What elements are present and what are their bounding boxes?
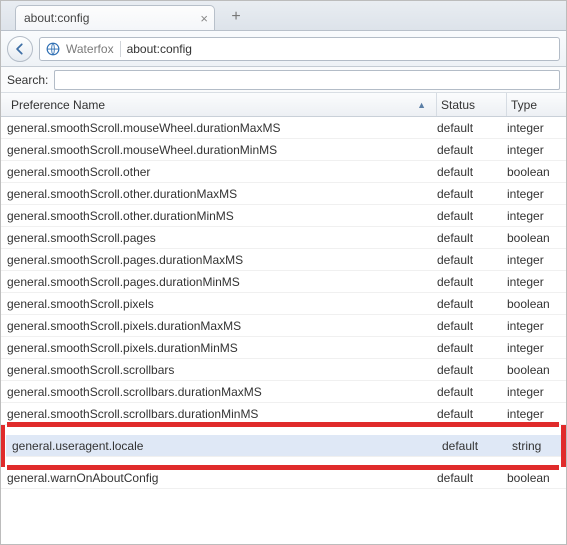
- table-row[interactable]: general.smoothScroll.other.durationMaxMS…: [1, 183, 566, 205]
- back-button[interactable]: [7, 36, 33, 62]
- column-header-name-label: Preference Name: [11, 98, 105, 112]
- pref-name: general.useragent.locale: [12, 439, 442, 453]
- pref-status: default: [437, 363, 507, 377]
- pref-name: general.smoothScroll.pixels.durationMinM…: [7, 341, 437, 355]
- pref-name: general.smoothScroll.pixels.durationMaxM…: [7, 319, 437, 333]
- pref-name: general.smoothScroll.pages.durationMinMS: [7, 275, 437, 289]
- pref-status: default: [437, 385, 507, 399]
- table-row[interactable]: [6, 457, 561, 467]
- column-header-name[interactable]: Preference Name ▲: [7, 93, 437, 116]
- table-row[interactable]: general.warnOnAboutConfigdefaultboolean: [1, 467, 566, 489]
- table-row[interactable]: general.smoothScroll.other.durationMinMS…: [1, 205, 566, 227]
- pref-type: boolean: [507, 471, 566, 485]
- pref-status: default: [437, 187, 507, 201]
- search-label: Search:: [7, 73, 48, 87]
- column-header-status[interactable]: Status: [437, 93, 507, 116]
- pref-name: general.smoothScroll.other: [7, 165, 437, 179]
- pref-status: default: [437, 297, 507, 311]
- search-input[interactable]: [54, 70, 560, 90]
- search-bar: Search:: [1, 67, 566, 93]
- pref-name: general.smoothScroll.other.durationMaxMS: [7, 187, 437, 201]
- nav-bar: Waterfox about:config: [1, 31, 566, 67]
- url-bar[interactable]: Waterfox about:config: [39, 37, 560, 61]
- pref-name: general.smoothScroll.scrollbars.duration…: [7, 407, 437, 421]
- pref-name: general.smoothScroll.pages.durationMaxMS: [7, 253, 437, 267]
- table-row[interactable]: general.smoothScroll.otherdefaultboolean: [1, 161, 566, 183]
- table-row[interactable]: general.smoothScroll.pixelsdefaultboolea…: [1, 293, 566, 315]
- pref-status: default: [437, 407, 507, 421]
- pref-name: general.smoothScroll.scrollbars.duration…: [7, 385, 437, 399]
- pref-name: general.smoothScroll.mouseWheel.duration…: [7, 121, 437, 135]
- url-divider: [120, 41, 121, 57]
- pref-type: integer: [507, 253, 566, 267]
- new-tab-button[interactable]: +: [223, 6, 249, 28]
- table-body: general.smoothScroll.mouseWheel.duration…: [1, 117, 566, 544]
- table-row[interactable]: general.smoothScroll.pixels.durationMinM…: [1, 337, 566, 359]
- pref-type: boolean: [507, 297, 566, 311]
- pref-type: integer: [507, 407, 566, 421]
- table-row[interactable]: general.useragent.localedefaultstring: [6, 435, 561, 457]
- pref-type: integer: [507, 121, 566, 135]
- table-row[interactable]: general.smoothScroll.pagesdefaultboolean: [1, 227, 566, 249]
- preferences-table: Preference Name ▲ Status Type general.sm…: [1, 93, 566, 544]
- pref-name: general.warnOnAboutConfig: [7, 471, 437, 485]
- pref-name: general.smoothScroll.other.durationMinMS: [7, 209, 437, 223]
- table-row[interactable]: general.smoothScroll.pixels.durationMaxM…: [1, 315, 566, 337]
- table-row[interactable]: [6, 425, 561, 435]
- close-icon[interactable]: ×: [200, 12, 208, 25]
- pref-type: boolean: [507, 363, 566, 377]
- table-header[interactable]: Preference Name ▲ Status Type: [1, 93, 566, 117]
- pref-status: default: [437, 231, 507, 245]
- globe-icon: [46, 42, 60, 56]
- sort-ascending-icon: ▲: [417, 100, 426, 110]
- column-header-status-label: Status: [441, 98, 475, 112]
- pref-status: default: [437, 341, 507, 355]
- tab-title: about:config: [24, 11, 89, 25]
- pref-status: default: [442, 439, 512, 453]
- pref-type: integer: [507, 209, 566, 223]
- tabs-bar: about:config × +: [1, 1, 566, 31]
- brand-name: Waterfox: [66, 42, 114, 56]
- table-row[interactable]: general.smoothScroll.mouseWheel.duration…: [1, 117, 566, 139]
- pref-type: integer: [507, 143, 566, 157]
- column-header-type-label: Type: [511, 98, 537, 112]
- pref-type: string: [512, 439, 561, 453]
- pref-type: boolean: [507, 165, 566, 179]
- table-row[interactable]: general.smoothScroll.pages.durationMinMS…: [1, 271, 566, 293]
- arrow-left-icon: [13, 42, 27, 56]
- table-row[interactable]: general.smoothScroll.pages.durationMaxMS…: [1, 249, 566, 271]
- url-text: about:config: [127, 42, 192, 56]
- table-row[interactable]: general.smoothScroll.mouseWheel.duration…: [1, 139, 566, 161]
- pref-status: default: [437, 471, 507, 485]
- pref-type: integer: [507, 275, 566, 289]
- pref-status: default: [437, 319, 507, 333]
- pref-type: integer: [507, 319, 566, 333]
- pref-status: default: [437, 209, 507, 223]
- table-row[interactable]: general.smoothScroll.scrollbars.duration…: [1, 381, 566, 403]
- highlight-band: general.useragent.localedefaultstring: [1, 425, 566, 467]
- table-row[interactable]: general.smoothScroll.scrollbarsdefaultbo…: [1, 359, 566, 381]
- pref-status: default: [437, 275, 507, 289]
- pref-type: integer: [507, 385, 566, 399]
- pref-type: integer: [507, 341, 566, 355]
- pref-name: general.smoothScroll.scrollbars: [7, 363, 437, 377]
- pref-name: general.smoothScroll.pages: [7, 231, 437, 245]
- column-header-type[interactable]: Type: [507, 93, 566, 116]
- pref-type: integer: [507, 187, 566, 201]
- pref-type: boolean: [507, 231, 566, 245]
- pref-name: general.smoothScroll.mouseWheel.duration…: [7, 143, 437, 157]
- pref-name: general.smoothScroll.pixels: [7, 297, 437, 311]
- pref-status: default: [437, 253, 507, 267]
- pref-status: default: [437, 165, 507, 179]
- tab-about-config[interactable]: about:config ×: [15, 5, 215, 30]
- pref-status: default: [437, 121, 507, 135]
- pref-status: default: [437, 143, 507, 157]
